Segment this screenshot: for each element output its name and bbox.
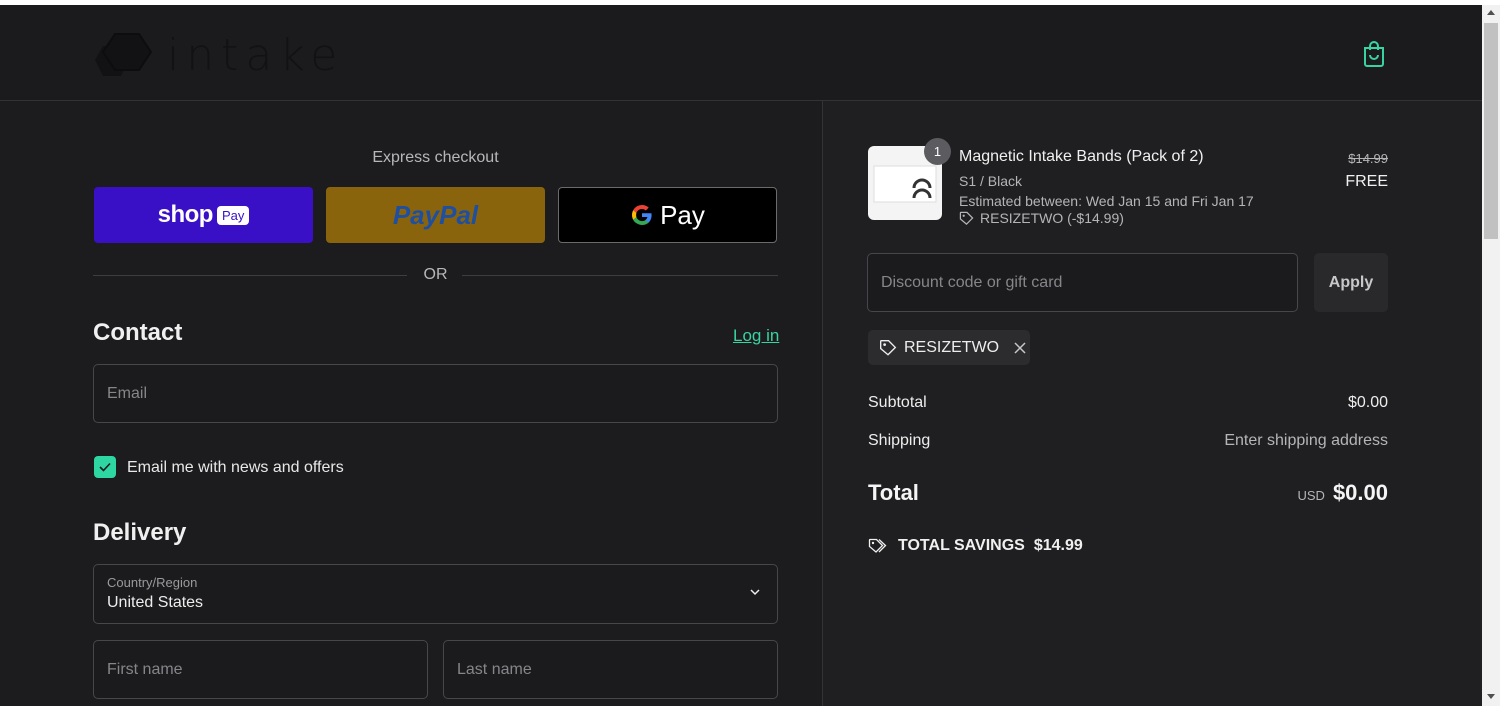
shipping-label: Shipping [868,432,931,449]
shopping-bag-icon [1364,41,1384,67]
first-name-placeholder: First name [107,661,183,678]
first-name-field[interactable]: First name [93,640,428,699]
express-checkout-title: Express checkout [372,149,499,166]
email-field[interactable]: Email [93,364,778,423]
savings-tag-icon [868,538,887,553]
country-value: United States [107,594,204,611]
delivery-heading: Delivery [93,519,187,546]
paypal-button[interactable]: PayPal [326,187,545,243]
tag-icon [880,339,897,356]
discount-placeholder: Discount code or gift card [881,274,1063,291]
site-header: intake [0,5,1482,101]
item-discount-text: RESIZETWO (-$14.99) [980,210,1124,226]
or-divider: OR [93,265,778,285]
subtotal-label: Subtotal [868,394,927,411]
shipping-value: Enter shipping address [1224,432,1388,449]
brand-logo[interactable]: intake [93,29,345,81]
quantity-badge: 1 [924,138,951,165]
tag-icon [959,211,974,225]
delivery-estimate: Estimated between: Wed Jan 15 and Fri Ja… [959,193,1254,209]
scroll-down-arrow[interactable] [1487,694,1495,699]
final-price: FREE [1345,173,1388,190]
or-text: OR [423,266,448,283]
cart-button[interactable] [1362,40,1386,68]
original-price: $14.99 [1348,151,1388,166]
scrollbar-thumb[interactable] [1484,23,1498,239]
discount-code-input[interactable]: Discount code or gift card [867,253,1298,312]
hexagon-logo-icon [95,33,153,76]
close-icon[interactable] [1014,341,1026,354]
savings-value: $14.99 [1033,537,1083,554]
product-name: Magnetic Intake Bands (Pack of 2) [959,148,1204,165]
login-link[interactable]: Log in [733,326,779,346]
chevron-down-icon [750,589,760,596]
applied-code: RESIZETWO [904,338,1000,356]
shop-pay-button[interactable]: shop Pay [94,187,313,243]
checkmark-icon [99,462,111,472]
last-name-placeholder: Last name [457,661,532,678]
total-savings: TOTAL SAVINGS $14.99 [868,537,1083,555]
apply-discount-button[interactable]: Apply [1314,253,1388,312]
paypal-wordmark: PayPal [392,199,479,230]
newsletter-checkbox[interactable] [94,456,116,478]
checkout-form: Express checkout shop Pay PayPal Pay OR … [0,101,822,706]
logo-wordmark: intake [167,29,345,81]
total-amount: USD $0.00 [1297,480,1388,506]
country-label: Country/Region [107,575,198,590]
product-variant: S1 / Black [959,173,1023,189]
order-summary: 1 Magnetic Intake Bands (Pack of 2) S1 /… [823,101,1482,706]
newsletter-label: Email me with news and offers [127,459,344,476]
shop-pay-wordmark: shop [157,201,214,228]
total-value: $0.00 [1332,480,1388,505]
total-currency: USD [1297,488,1325,503]
page-scrollbar[interactable] [1482,5,1500,706]
savings-label: TOTAL SAVINGS [898,537,1025,554]
item-discount: RESIZETWO (-$14.99) [959,210,1124,226]
applied-discount-chip: RESIZETWO [868,330,1030,365]
google-pay-label: Pay [660,199,705,230]
email-placeholder: Email [107,385,148,402]
country-select[interactable]: Country/Region United States [93,564,778,624]
total-label: Total [868,480,919,505]
contact-heading: Contact [93,319,183,346]
google-pay-button[interactable]: Pay [558,187,777,243]
subtotal-value: $0.00 [1347,394,1388,411]
last-name-field[interactable]: Last name [443,640,778,699]
shop-pay-badge: Pay [216,205,250,225]
scroll-up-arrow[interactable] [1487,10,1495,15]
google-g-icon [632,205,652,225]
